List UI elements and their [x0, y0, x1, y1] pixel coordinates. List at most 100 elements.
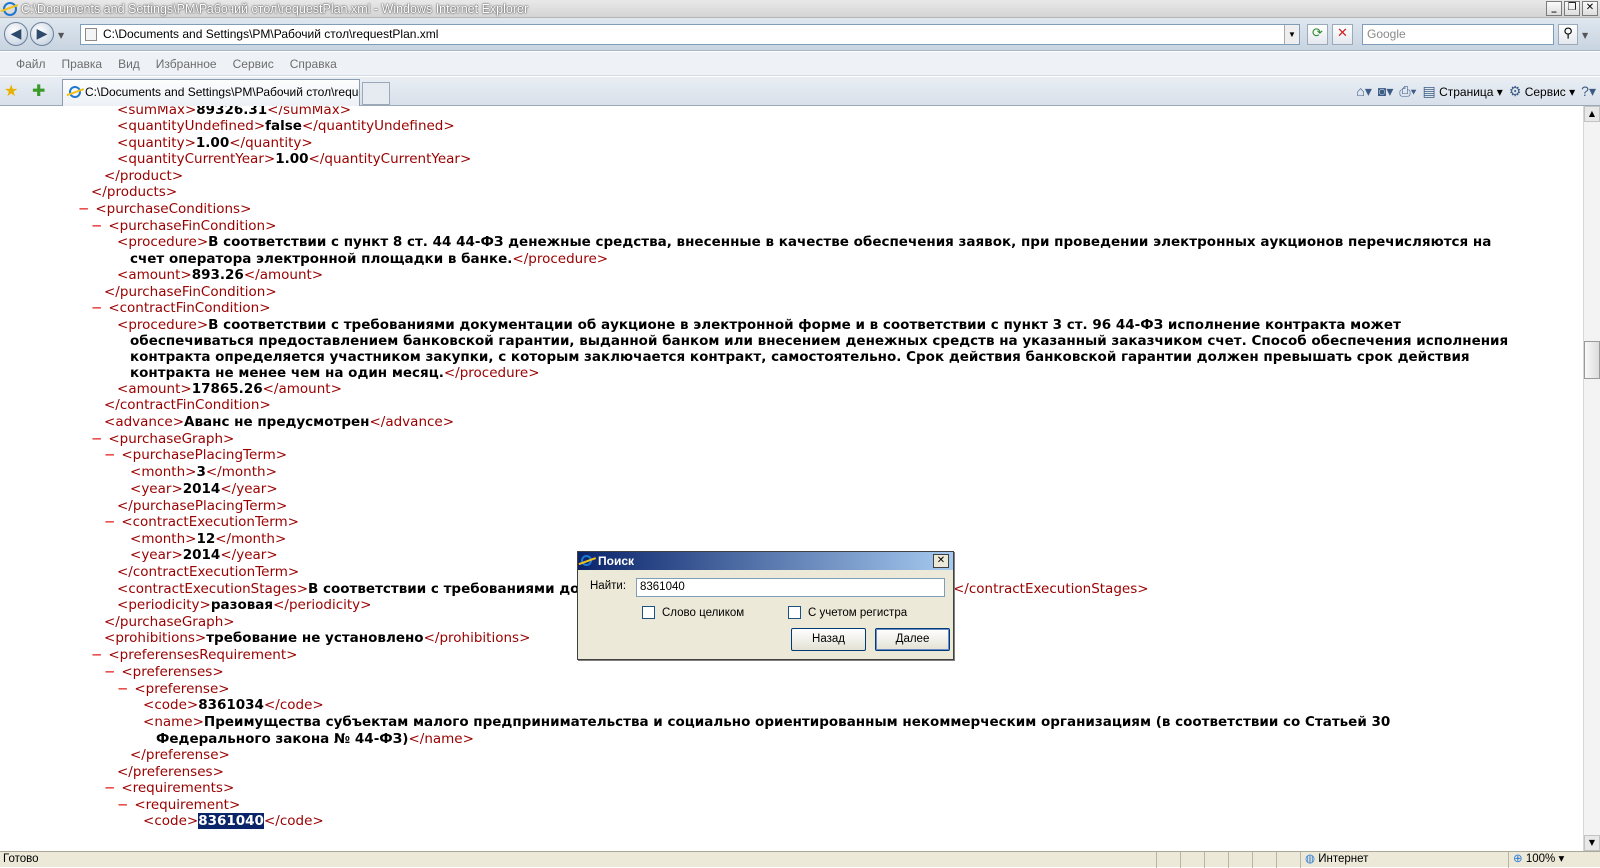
xml-line: − <preferenses>: [104, 664, 224, 680]
xml-line: <prohibitions>требование не установлено<…: [104, 630, 531, 646]
scroll-down-icon[interactable]: ▼: [1584, 835, 1600, 851]
xml-line: − <purchaseFinCondition>: [91, 218, 277, 234]
xml-line: <quantityUndefined>false</quantityUndefi…: [117, 118, 455, 134]
dialog-close-icon[interactable]: ✕: [933, 554, 949, 568]
collapse-toggle[interactable]: −: [78, 201, 89, 217]
xml-line: − <contractExecutionTerm>: [104, 514, 299, 530]
whole-word-checkbox[interactable]: [642, 606, 655, 619]
previous-button[interactable]: Назад: [791, 628, 866, 651]
xml-line: </purchasePlacingTerm>: [117, 498, 288, 514]
ie-logo-icon: [3, 1, 17, 16]
stop-icon[interactable]: ✕: [1332, 24, 1353, 45]
xml-line: </contractFinCondition>: [104, 397, 271, 413]
refresh-icon[interactable]: ⟳: [1307, 24, 1328, 45]
print-icon[interactable]: ⎙▾: [1399, 83, 1416, 100]
back-button[interactable]: ◀: [4, 22, 28, 46]
xml-line: − <purchaseConditions>: [78, 201, 252, 217]
find-dialog: Поиск ✕ Найти: 8361040 Слово целиком С у…: [577, 551, 954, 660]
zoom-icon: ⊕: [1513, 853, 1523, 865]
xml-line: <year>2014</year>: [130, 547, 278, 563]
xml-line: <name>Преимущества субъектам малого пред…: [143, 714, 1391, 730]
xml-line: <month>3</month>: [130, 464, 277, 480]
status-text: Готово: [3, 853, 39, 865]
xml-line: − <contractFinCondition>: [91, 300, 271, 316]
xml-line: </products>: [91, 184, 178, 200]
match-case-checkbox[interactable]: [788, 606, 801, 619]
menu-tools[interactable]: Сервис: [233, 57, 274, 71]
tab-title: C:\Documents and Settings\PM\Рабочий сто…: [85, 85, 360, 99]
xml-line: </purchaseGraph>: [104, 614, 235, 630]
address-field[interactable]: C:\Documents and Settings\PM\Рабочий сто…: [80, 24, 1300, 45]
address-text: C:\Documents and Settings\PM\Рабочий сто…: [103, 27, 439, 41]
xml-line: <quantityCurrentYear>1.00</quantityCurre…: [117, 151, 472, 167]
collapse-toggle[interactable]: −: [91, 300, 102, 316]
gear-icon: ⚙: [1508, 83, 1522, 99]
collapse-toggle[interactable]: −: [91, 431, 102, 447]
menu-help[interactable]: Справка: [290, 57, 337, 71]
xml-line: <code>8361034</code>: [143, 697, 324, 713]
status-pane: [1204, 852, 1228, 868]
dialog-ie-icon: [581, 555, 592, 566]
scroll-thumb[interactable]: [1584, 341, 1600, 379]
scroll-up-icon[interactable]: ▲: [1584, 106, 1600, 122]
search-input[interactable]: Google: [1362, 24, 1554, 45]
recent-pages-chevron-icon[interactable]: ▼: [58, 31, 64, 40]
xml-line: <quantity>1.00</quantity>: [117, 135, 313, 151]
home-icon[interactable]: ⌂▾: [1356, 83, 1371, 100]
xml-line: контракта не менее чем на один месяц.</p…: [130, 365, 540, 381]
status-pane: [1156, 852, 1180, 868]
zoom-control[interactable]: ⊕ 100% ▾: [1508, 852, 1600, 868]
search-icon[interactable]: ⚲: [1558, 24, 1578, 45]
favorites-star-icon[interactable]: ★: [4, 83, 18, 99]
menu-file[interactable]: Файл: [16, 57, 46, 71]
add-favorite-icon[interactable]: ✚: [32, 83, 45, 99]
find-dialog-titlebar: Поиск ✕: [578, 552, 953, 570]
status-pane: [1180, 852, 1204, 868]
xml-line: − <purchaseGraph>: [91, 431, 235, 447]
match-case-label: С учетом регистра: [808, 607, 908, 619]
xml-line: <periodicity>разовая</periodicity>: [117, 597, 372, 613]
close-button[interactable]: ✕: [1582, 1, 1598, 16]
search-options-chevron-icon[interactable]: ▼: [1582, 31, 1588, 40]
xml-line: <advance>Аванс не предусмотрен</advance>: [104, 414, 455, 430]
address-dropdown-icon[interactable]: ▼: [1284, 25, 1299, 44]
xml-line: <amount>17865.26</amount>: [117, 381, 342, 397]
collapse-toggle[interactable]: −: [117, 681, 128, 697]
feeds-icon[interactable]: ◙▾: [1378, 83, 1393, 100]
new-tab-button[interactable]: [362, 82, 390, 105]
command-bar: ⌂▾ ◙▾ ⎙▾ ▤ Страница ▾ ⚙ Сервис ▾ ?▾: [1356, 83, 1596, 100]
find-input[interactable]: 8361040: [636, 578, 945, 597]
xml-line-tail: </contractExecutionStages>: [953, 581, 1149, 597]
address-toolbar: ◀ ▶ ▼ C:\Documents and Settings\PM\Рабоч…: [0, 18, 1600, 51]
page-menu[interactable]: ▤ Страница ▾: [1422, 83, 1502, 100]
help-icon[interactable]: ?▾: [1581, 83, 1596, 100]
vertical-scrollbar[interactable]: ▲ ▼: [1583, 106, 1600, 851]
title-bar: C:\Documents and Settings\PM\Рабочий сто…: [0, 0, 1600, 18]
forward-button[interactable]: ▶: [30, 22, 54, 46]
collapse-toggle[interactable]: −: [104, 664, 115, 680]
xml-line: − <requirements>: [104, 780, 235, 796]
find-label: Найти:: [590, 580, 627, 592]
menu-favorites[interactable]: Избранное: [156, 57, 217, 71]
tab-active[interactable]: C:\Documents and Settings\PM\Рабочий сто…: [62, 79, 360, 106]
maximize-button[interactable]: ❐: [1564, 1, 1580, 16]
status-pane: [1276, 852, 1300, 868]
collapse-toggle[interactable]: −: [91, 218, 102, 234]
tools-menu[interactable]: ⚙ Сервис ▾: [1509, 83, 1575, 100]
minimize-button[interactable]: _: [1546, 1, 1562, 16]
xml-line: <amount>893.26</amount>: [117, 267, 324, 283]
menu-edit[interactable]: Правка: [62, 57, 103, 71]
collapse-toggle[interactable]: −: [104, 514, 115, 530]
zone-label: Интернет: [1318, 853, 1369, 865]
collapse-toggle[interactable]: −: [104, 447, 115, 463]
menu-view[interactable]: Вид: [118, 57, 140, 71]
xml-line: </preferenses>: [117, 764, 224, 780]
xml-line: обеспечиваться предоставлением банковско…: [130, 333, 1509, 349]
status-bar: Готово ◍ Интернет ⊕ 100% ▾: [0, 851, 1600, 868]
find-dialog-title: Поиск: [598, 554, 635, 568]
security-zone[interactable]: ◍ Интернет: [1300, 852, 1508, 868]
collapse-toggle[interactable]: −: [117, 797, 128, 813]
collapse-toggle[interactable]: −: [104, 780, 115, 796]
next-button[interactable]: Далее: [875, 628, 950, 651]
collapse-toggle[interactable]: −: [91, 647, 102, 663]
